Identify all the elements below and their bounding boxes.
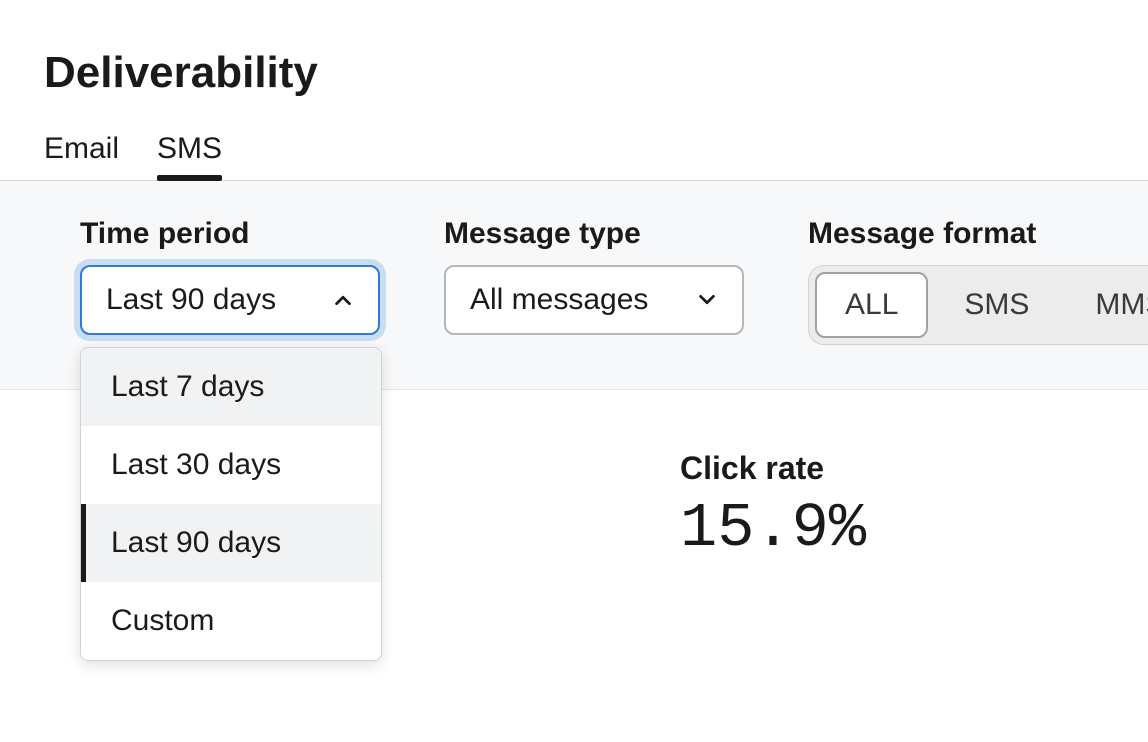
page-title: Deliverability: [0, 48, 1148, 98]
tab-sms[interactable]: SMS: [157, 132, 222, 180]
metric-click-rate: Click rate 15.9%: [680, 450, 866, 564]
filter-message-type: Message type All messages: [444, 217, 744, 335]
message-type-label: Message type: [444, 217, 744, 251]
message-type-selected-value: All messages: [470, 283, 648, 317]
click-rate-value: 15.9%: [680, 493, 866, 564]
time-period-option-30d[interactable]: Last 30 days: [81, 426, 381, 504]
time-period-option-90d[interactable]: Last 90 days: [81, 504, 381, 582]
message-format-segmented: ALL SMS MMS: [808, 265, 1148, 345]
time-period-option-7d[interactable]: Last 7 days: [81, 348, 381, 426]
filter-time-period: Time period Last 90 days Last 7 days Las…: [80, 217, 380, 335]
message-format-label: Message format: [808, 217, 1148, 251]
tabs-bar: Email SMS: [0, 132, 1148, 181]
message-format-mms[interactable]: MMS: [1065, 272, 1148, 338]
time-period-selected-value: Last 90 days: [106, 283, 276, 317]
chevron-up-icon: [332, 289, 354, 311]
time-period-option-custom[interactable]: Custom: [81, 582, 381, 660]
chevron-down-icon: [696, 289, 718, 311]
filter-message-format: Message format ALL SMS MMS: [808, 217, 1148, 345]
time-period-label: Time period: [80, 217, 380, 251]
message-type-select[interactable]: All messages: [444, 265, 744, 335]
message-format-all[interactable]: ALL: [815, 272, 928, 338]
message-format-sms[interactable]: SMS: [934, 272, 1059, 338]
time-period-select[interactable]: Last 90 days: [80, 265, 380, 335]
tab-email[interactable]: Email: [44, 132, 119, 180]
filters-bar: Time period Last 90 days Last 7 days Las…: [0, 181, 1148, 390]
click-rate-label: Click rate: [680, 450, 866, 487]
time-period-dropdown: Last 7 days Last 30 days Last 90 days Cu…: [80, 347, 382, 661]
